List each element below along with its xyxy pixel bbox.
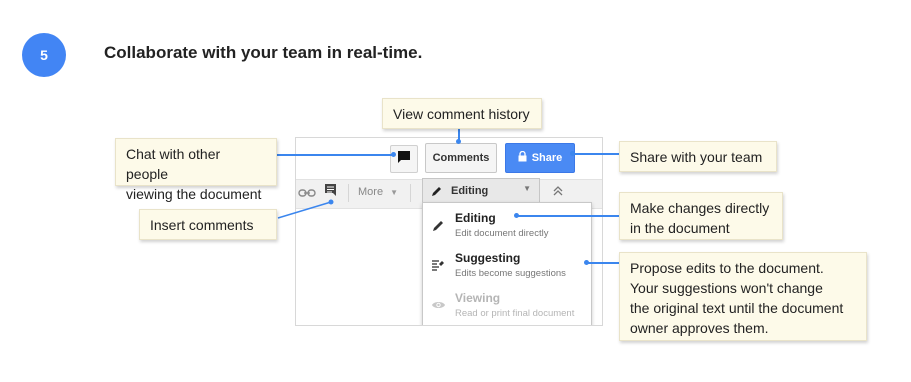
callout-text: Your suggestions won't change [630,280,823,296]
step-number-badge: 5 [22,33,66,77]
link-icon[interactable] [298,188,316,201]
more-menu-button[interactable]: More ▼ [358,186,398,198]
menu-item-description: Edit document directly [455,228,549,239]
editing-mode-label: Editing [451,185,489,197]
chevron-down-icon: ▼ [390,188,399,197]
connector-dot [456,139,461,144]
callout-suggesting: Propose edits to the document. Your sugg… [619,252,867,341]
connector-share [572,153,619,155]
double-chevron-up-icon[interactable] [552,184,564,202]
menu-item-viewing[interactable]: Viewing Read or print final document [423,287,591,325]
menu-item-description: Read or print final document [455,308,575,319]
callout-text: the original text until the document [630,300,844,316]
comments-button[interactable]: Comments [425,143,497,173]
callout-text: Chat with other people [126,146,221,182]
callout-text: viewing the document [126,186,262,202]
connector-suggesting [586,262,619,264]
eye-icon [430,297,446,313]
callout-text: Make changes directly [630,200,770,216]
mode-dropdown-menu: Editing Edit document directly Suggestin… [422,202,592,325]
connector-dot [570,151,575,156]
menu-item-title: Editing [455,211,496,225]
insert-comment-icon [324,183,337,202]
pencil-icon [431,185,443,197]
connector-editing [516,215,619,217]
chevron-down-icon: ▼ [523,184,531,193]
page-title: Collaborate with your team in real-time. [104,43,423,62]
pencil-icon [430,217,446,233]
menu-item-description: Edits become suggestions [455,268,566,279]
callout-text: in the document [630,220,730,236]
callout-chat: Chat with other people viewing the docum… [115,138,277,202]
share-button[interactable]: Share [505,143,575,173]
connector-dot [391,152,396,157]
connector-dot [584,260,589,265]
step-number: 5 [40,47,48,63]
callout-comment-history: View comment history [382,98,542,129]
connector-chat [277,154,395,156]
callout-text: owner approves them. [630,320,769,336]
toolbar-separator [410,184,411,202]
chat-bubble-icon [397,150,411,169]
callout-text: Insert comments [150,217,254,233]
callout-editing: Make changes directly in the document [619,192,783,240]
toolbar-separator [348,184,349,202]
lock-icon [518,150,527,165]
menu-item-title: Suggesting [455,251,521,265]
callout-insert-comments: Insert comments [139,209,277,240]
connector-dot [514,213,519,218]
callout-text: Share with your team [630,149,763,165]
editing-mode-button[interactable]: Editing ▼ [422,178,540,204]
menu-item-title: Viewing [455,291,501,305]
docs-screenshot: Comments Share More ▼ Editing ▼ Editing … [295,137,603,326]
suggest-icon [430,257,446,273]
chat-button[interactable] [390,145,418,173]
menu-item-suggesting[interactable]: Suggesting Edits become suggestions [423,247,591,285]
callout-text: Propose edits to the document. [630,260,824,276]
callout-share: Share with your team [619,141,777,172]
more-label: More [358,186,384,198]
menu-item-editing[interactable]: Editing Edit document directly [423,207,591,245]
insert-comment-button[interactable] [322,183,338,202]
share-label: Share [531,152,563,164]
callout-text: View comment history [393,106,530,122]
